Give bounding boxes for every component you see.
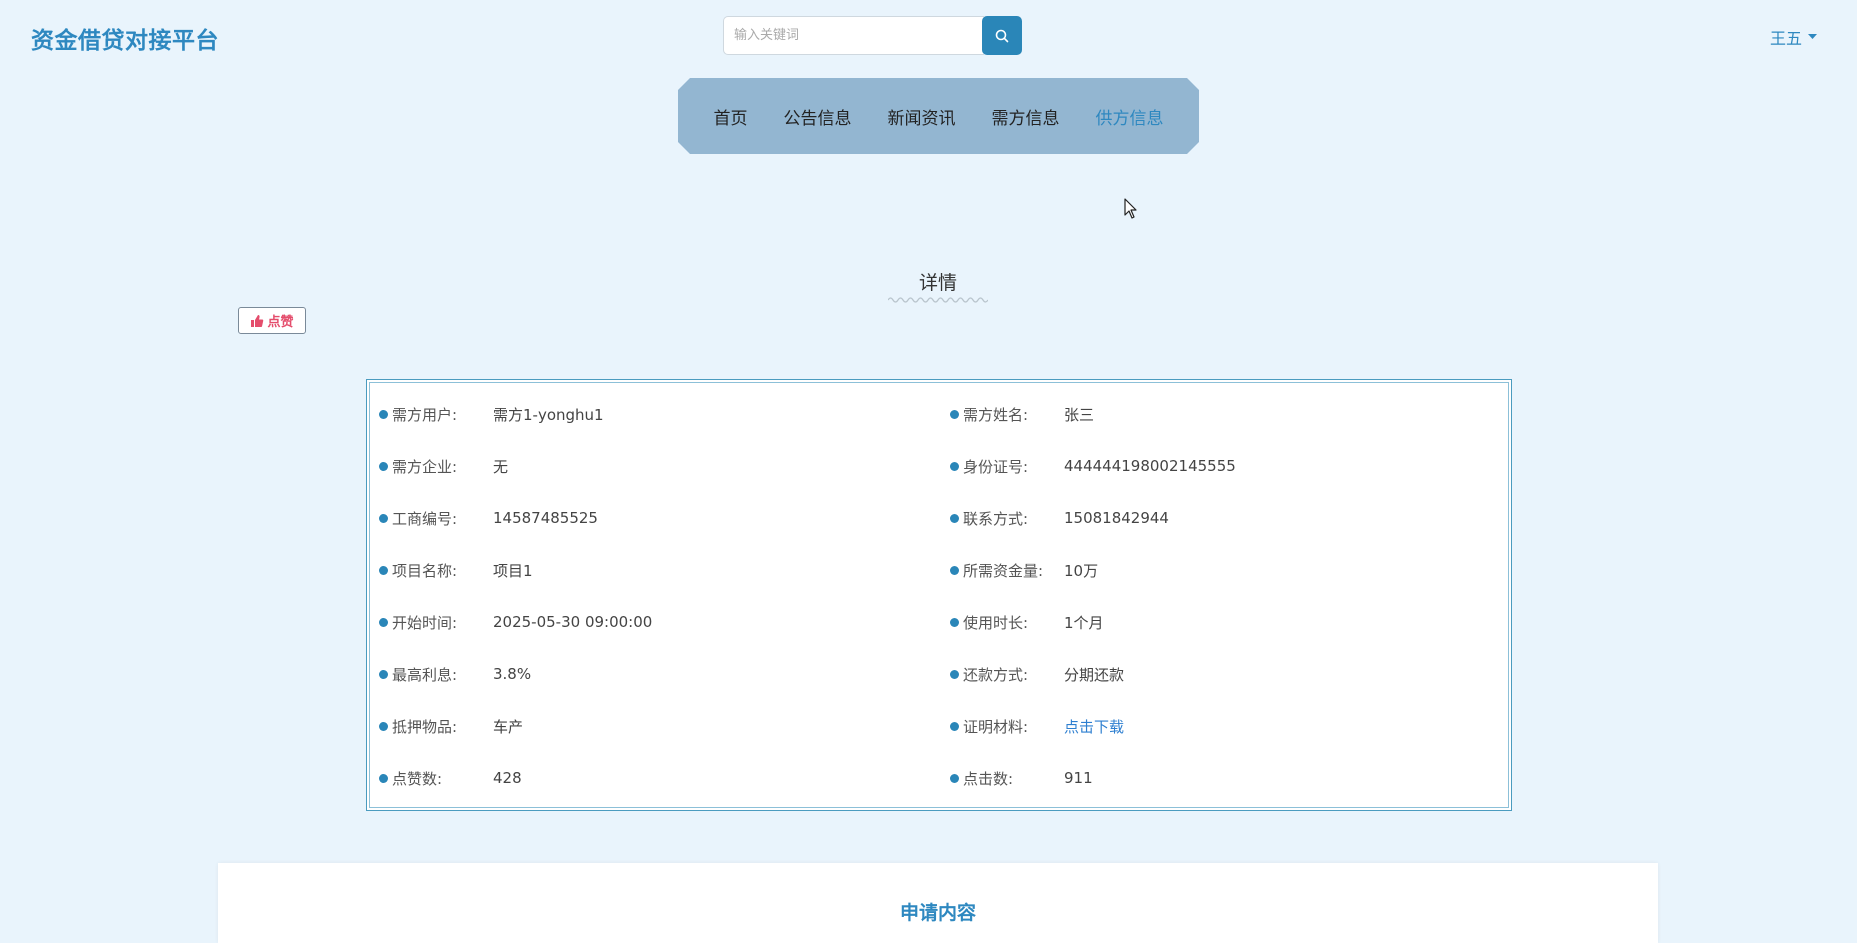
page-title: 详情 (918, 272, 957, 294)
field-value: 项目1 (493, 561, 533, 580)
apply-content-title: 申请内容 (899, 902, 976, 924)
field-label: 联系方式: (963, 509, 1029, 528)
field-value: 911 (1064, 769, 1093, 787)
field-value: 15081842944 (1064, 509, 1169, 527)
caret-down-icon (1808, 34, 1818, 39)
field-label: 需方企业: (392, 457, 458, 476)
detail-field: 需方企业: 无 (379, 440, 508, 492)
field-label: 抵押物品: (392, 717, 458, 736)
user-name: 王五 (1770, 29, 1803, 48)
field-value: 10万 (1064, 561, 1099, 580)
mouse-cursor-icon (1124, 198, 1137, 219)
bullet-icon (950, 669, 959, 679)
field-value: 无 (493, 457, 509, 476)
field-label: 证明材料: (963, 717, 1029, 736)
bullet-icon (950, 721, 959, 731)
title-underline-decoration (888, 297, 988, 303)
nav-item-home[interactable]: 首页 (696, 104, 766, 129)
user-menu[interactable]: 王五 (1770, 25, 1818, 49)
field-label: 所需资金量: (963, 561, 1044, 580)
bullet-icon (950, 409, 959, 419)
field-value: 车产 (493, 717, 524, 736)
detail-field: 还款方式: 分期还款 (950, 648, 1124, 700)
like-button[interactable]: 点赞 (238, 307, 306, 334)
bullet-icon (379, 669, 388, 679)
search-button[interactable] (982, 16, 1022, 55)
field-label: 点赞数: (392, 769, 443, 788)
nav-item-announcements[interactable]: 公告信息 (766, 104, 870, 129)
detail-row: 抵押物品: 车产 证明材料: 点击下载 (367, 700, 1511, 752)
bullet-icon (950, 617, 959, 627)
detail-field: 最高利息: 3.8% (379, 648, 531, 700)
detail-row: 最高利息: 3.8% 还款方式: 分期还款 (367, 648, 1511, 700)
field-label: 身份证号: (963, 457, 1029, 476)
field-label: 需方姓名: (963, 405, 1029, 424)
detail-row: 开始时间: 2025-05-30 09:00:00 使用时长: 1个月 (367, 596, 1511, 648)
search-icon (995, 29, 1009, 42)
field-label: 需方用户: (392, 405, 458, 424)
detail-field: 证明材料: 点击下载 (950, 700, 1124, 752)
bullet-icon (950, 461, 959, 471)
detail-field: 使用时长: 1个月 (950, 596, 1104, 648)
field-value: 需方1-yonghu1 (493, 405, 604, 424)
detail-panel: 需方用户: 需方1-yonghu1 需方姓名: 张三 需方企业: 无 身份证号:… (366, 379, 1512, 811)
search-bar (723, 16, 1024, 55)
detail-field: 项目名称: 项目1 (379, 544, 533, 596)
field-label: 开始时间: (392, 613, 458, 632)
field-label: 点击数: (963, 769, 1014, 788)
bullet-icon (379, 617, 388, 627)
thumbs-up-icon (251, 314, 264, 327)
detail-field: 开始时间: 2025-05-30 09:00:00 (379, 596, 652, 648)
header: 资金借贷对接平台 王五 (0, 0, 1857, 70)
detail-row: 点赞数: 428 点击数: 911 (367, 752, 1511, 804)
detail-field: 需方用户: 需方1-yonghu1 (379, 388, 604, 440)
field-value: 3.8% (493, 665, 532, 683)
field-value: 分期还款 (1064, 665, 1125, 684)
detail-row: 需方企业: 无 身份证号: 444444198002145555 (367, 440, 1511, 492)
detail-field: 点击数: 911 (950, 752, 1093, 804)
field-label: 还款方式: (963, 665, 1029, 684)
field-value: 444444198002145555 (1064, 457, 1236, 475)
search-input[interactable] (723, 16, 984, 55)
detail-field: 点赞数: 428 (379, 752, 522, 804)
bullet-icon (379, 513, 388, 523)
bullet-icon (950, 773, 959, 783)
field-label: 使用时长: (963, 613, 1029, 632)
bullet-icon (379, 773, 388, 783)
detail-field: 身份证号: 444444198002145555 (950, 440, 1236, 492)
field-label: 项目名称: (392, 561, 458, 580)
like-label: 点赞 (267, 315, 294, 330)
field-value: 张三 (1064, 405, 1095, 424)
nav-item-demand[interactable]: 需方信息 (974, 104, 1078, 129)
bullet-icon (379, 409, 388, 419)
detail-field: 需方姓名: 张三 (950, 388, 1094, 440)
download-link[interactable]: 点击下载 (1064, 716, 1124, 737)
detail-field: 所需资金量: 10万 (950, 544, 1098, 596)
bullet-icon (950, 513, 959, 523)
bullet-icon (950, 565, 959, 575)
detail-row: 需方用户: 需方1-yonghu1 需方姓名: 张三 (367, 388, 1511, 440)
bullet-icon (379, 461, 388, 471)
field-value: 1个月 (1064, 613, 1104, 632)
field-label: 最高利息: (392, 665, 458, 684)
main-nav: 首页 公告信息 新闻资讯 需方信息 供方信息 (678, 78, 1199, 154)
detail-field: 工商编号: 14587485525 (379, 492, 598, 544)
nav-item-supply[interactable]: 供方信息 (1078, 104, 1182, 129)
field-value: 428 (493, 769, 522, 787)
detail-field: 抵押物品: 车产 (379, 700, 523, 752)
site-logo[interactable]: 资金借贷对接平台 (31, 21, 219, 55)
field-value: 2025-05-30 09:00:00 (493, 613, 653, 631)
detail-field: 联系方式: 15081842944 (950, 492, 1169, 544)
detail-row: 工商编号: 14587485525 联系方式: 15081842944 (367, 492, 1511, 544)
apply-content-card: 申请内容 (218, 863, 1658, 943)
field-value: 14587485525 (493, 509, 598, 527)
nav-item-news[interactable]: 新闻资讯 (870, 104, 974, 129)
field-label: 工商编号: (392, 509, 458, 528)
bullet-icon (379, 565, 388, 575)
bullet-icon (379, 721, 388, 731)
detail-row: 项目名称: 项目1 所需资金量: 10万 (367, 544, 1511, 596)
